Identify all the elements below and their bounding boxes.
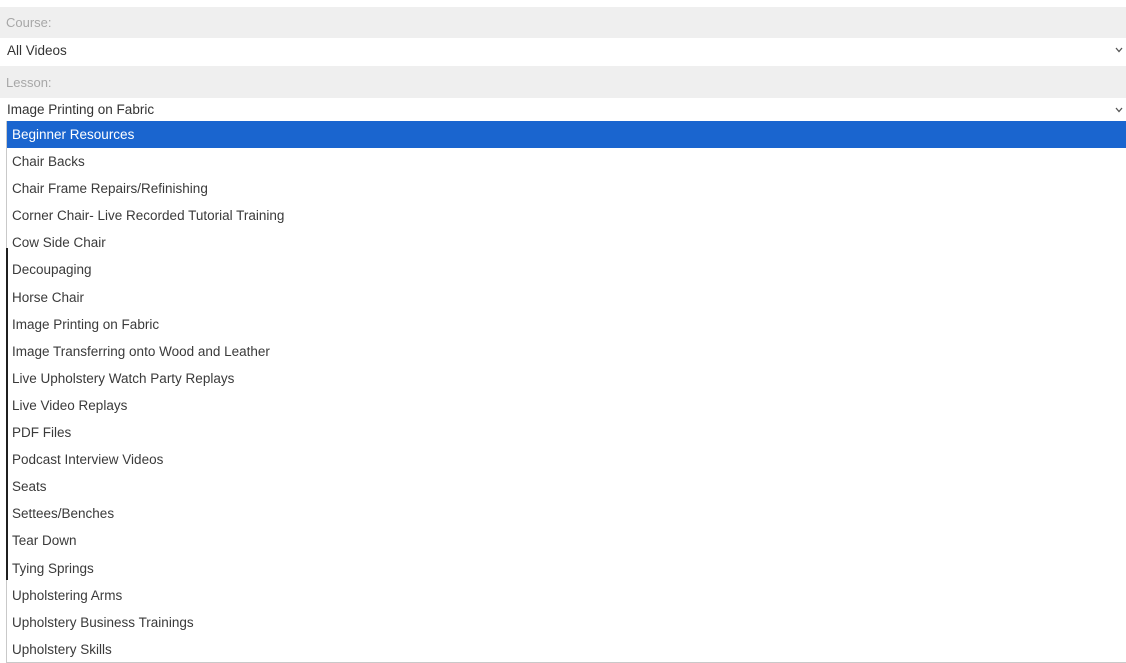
lesson-select[interactable]: Image Printing on Fabric	[0, 98, 1126, 121]
lesson-option[interactable]: Upholstery Skills	[7, 636, 1126, 662]
lesson-option[interactable]: Live Upholstery Watch Party Replays	[7, 365, 1126, 392]
lesson-option[interactable]: Chair Frame Repairs/Refinishing	[7, 175, 1126, 202]
lesson-option[interactable]: Upholstery Business Trainings	[7, 609, 1126, 636]
lesson-option[interactable]: Chair Backs	[7, 148, 1126, 175]
lesson-option[interactable]: Tying Springs	[7, 555, 1126, 582]
lesson-option[interactable]: Cow Side Chair	[7, 229, 1126, 256]
lesson-option[interactable]: PDF Files	[7, 419, 1126, 446]
course-label: Course:	[0, 7, 1126, 38]
lesson-option[interactable]: Decoupaging	[7, 256, 1126, 283]
lesson-option[interactable]: Image Transferring onto Wood and Leather	[7, 338, 1126, 365]
lesson-option[interactable]: Corner Chair- Live Recorded Tutorial Tra…	[7, 202, 1126, 229]
lesson-option[interactable]: Seats	[7, 473, 1126, 500]
lesson-label: Lesson:	[0, 66, 1126, 98]
chevron-down-icon	[1114, 45, 1124, 55]
filter-panel: Course: All Videos Lesson: Image Printin…	[0, 0, 1126, 663]
lesson-option[interactable]: Beginner Resources	[7, 121, 1126, 149]
lesson-option[interactable]: Upholstering Arms	[7, 582, 1126, 609]
lesson-select-value: Image Printing on Fabric	[7, 102, 155, 117]
lesson-option[interactable]: Settees/Benches	[7, 500, 1126, 527]
lesson-dropdown-list: Beginner Resources Chair Backs Chair Fra…	[6, 121, 1126, 663]
lesson-option[interactable]: Image Printing on Fabric	[7, 311, 1126, 338]
lesson-option[interactable]: Tear Down	[7, 527, 1126, 554]
lesson-option[interactable]: Horse Chair	[7, 284, 1126, 311]
text-cursor-marker	[6, 248, 8, 580]
course-select-value: All Videos	[7, 42, 67, 58]
course-select[interactable]: All Videos	[0, 38, 1126, 62]
lesson-option[interactable]: Podcast Interview Videos	[7, 446, 1126, 473]
chevron-down-icon	[1114, 105, 1124, 115]
lesson-option[interactable]: Live Video Replays	[7, 392, 1126, 419]
